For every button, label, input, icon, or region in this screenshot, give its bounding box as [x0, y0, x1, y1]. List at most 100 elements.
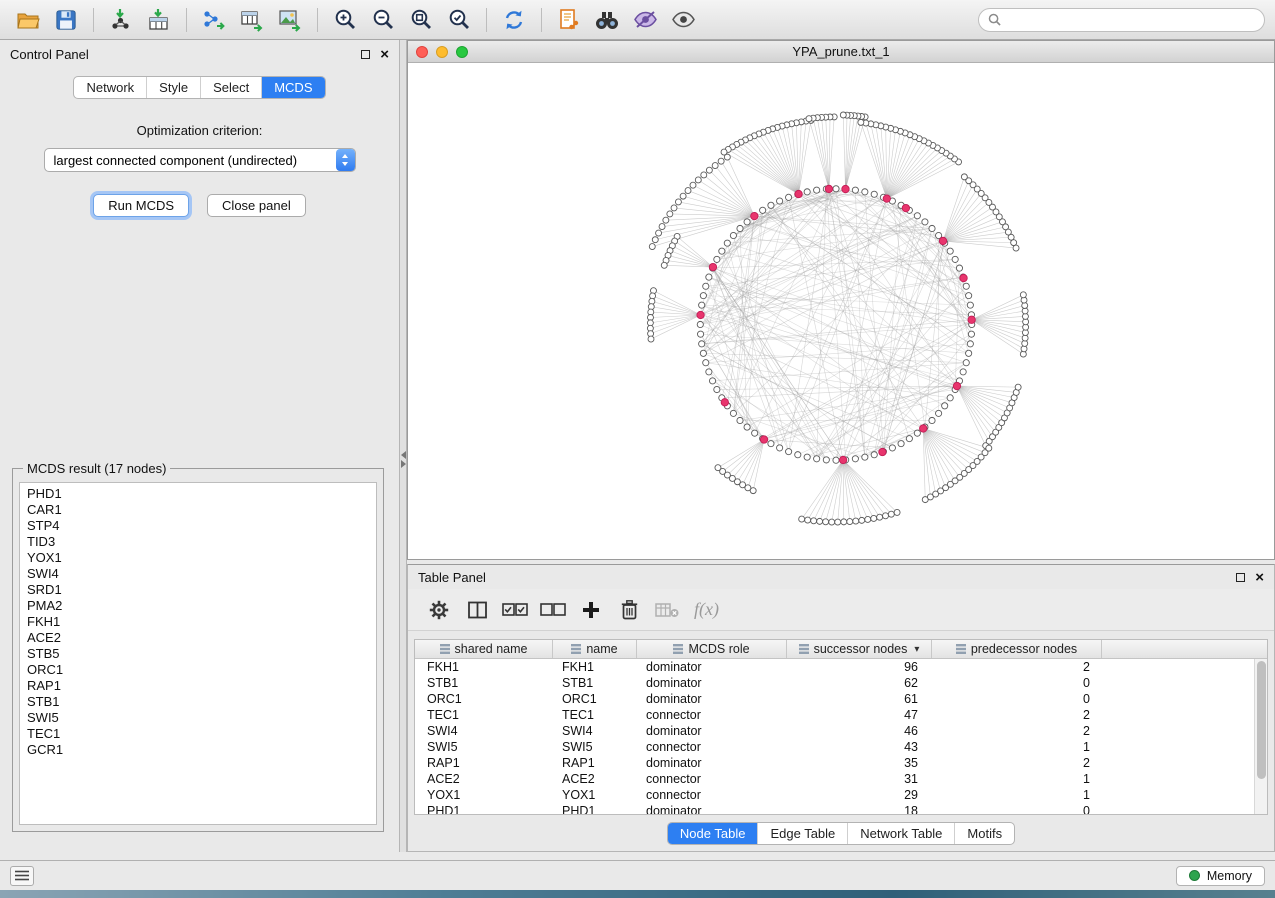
save-session-button[interactable] — [48, 5, 84, 35]
mcds-result-item[interactable]: TEC1 — [27, 726, 369, 742]
table-row[interactable]: STB1STB1dominator620 — [415, 675, 1254, 691]
export-image-button[interactable] — [272, 5, 308, 35]
table-cell: SWI4 — [553, 724, 637, 738]
mcds-result-list[interactable]: PHD1CAR1STP4TID3YOX1SWI4SRD1PMA2FKH1ACE2… — [19, 482, 377, 825]
table-cell: dominator — [637, 660, 787, 674]
show-columns-button[interactable] — [460, 594, 494, 626]
import-network-icon — [109, 8, 133, 32]
find-button[interactable] — [589, 5, 625, 35]
mcds-result-item[interactable]: CAR1 — [27, 502, 369, 518]
open-file-button[interactable] — [10, 5, 46, 35]
import-table-button[interactable] — [141, 5, 177, 35]
network-window-titlebar[interactable]: YPA_prune.txt_1 — [408, 41, 1274, 63]
tab-select[interactable]: Select — [200, 77, 261, 98]
table-row[interactable]: ORC1ORC1dominator610 — [415, 691, 1254, 707]
network-snapshot-button[interactable] — [551, 5, 587, 35]
table-cell: YOX1 — [415, 788, 553, 802]
search-input[interactable] — [978, 8, 1265, 32]
table-cell: FKH1 — [415, 660, 553, 674]
run-mcds-button[interactable]: Run MCDS — [93, 194, 189, 217]
hide-graphics-button[interactable] — [627, 5, 663, 35]
scrollbar-thumb[interactable] — [1257, 661, 1266, 779]
column-header-successor-nodes[interactable]: successor nodes▾ — [787, 640, 932, 658]
mcds-result-item[interactable]: GCR1 — [27, 742, 369, 758]
table-row[interactable]: YOX1YOX1connector291 — [415, 787, 1254, 803]
status-bar: Memory — [0, 860, 1275, 890]
close-panel-icon[interactable]: × — [380, 47, 389, 62]
mcds-result-group: MCDS result (17 nodes) PHD1CAR1STP4TID3Y… — [12, 461, 384, 832]
mcds-result-item[interactable]: YOX1 — [27, 550, 369, 566]
column-header-MCDS-role[interactable]: MCDS role — [637, 640, 787, 658]
mcds-result-item[interactable]: STP4 — [27, 518, 369, 534]
mcds-result-item[interactable]: PHD1 — [27, 486, 369, 502]
mcds-result-item[interactable]: PMA2 — [27, 598, 369, 614]
splitter-arrows-icon[interactable] — [400, 450, 407, 469]
mcds-result-item[interactable]: ACE2 — [27, 630, 369, 646]
table-row[interactable]: RAP1RAP1dominator352 — [415, 755, 1254, 771]
mcds-result-item[interactable]: TID3 — [27, 534, 369, 550]
status-menu-button[interactable] — [10, 866, 34, 886]
show-graphics-button[interactable] — [665, 5, 701, 35]
column-header-predecessor-nodes[interactable]: predecessor nodes — [932, 640, 1102, 658]
export-network-button[interactable] — [196, 5, 232, 35]
float-table-panel-icon[interactable] — [1236, 573, 1245, 582]
columns-icon — [468, 601, 487, 619]
unselect-all-columns-button[interactable] — [536, 594, 570, 626]
table-row[interactable]: TEC1TEC1connector472 — [415, 707, 1254, 723]
zoom-selected-button[interactable] — [441, 5, 477, 35]
table-row[interactable]: PHD1PHD1dominator180 — [415, 803, 1254, 814]
select-all-columns-button[interactable] — [498, 594, 532, 626]
table-settings-button[interactable] — [422, 594, 456, 626]
tab-style[interactable]: Style — [146, 77, 200, 98]
refresh-button[interactable] — [496, 5, 532, 35]
zoom-fit-button[interactable] — [403, 5, 439, 35]
table-row[interactable]: SWI4SWI4dominator462 — [415, 723, 1254, 739]
tab-mcds[interactable]: MCDS — [261, 77, 324, 98]
mcds-result-item[interactable]: STB5 — [27, 646, 369, 662]
zoom-in-button[interactable] — [327, 5, 363, 35]
control-panel: Control Panel × NetworkStyleSelectMCDS O… — [0, 40, 400, 852]
table-scrollbar[interactable] — [1254, 659, 1267, 814]
column-header-name[interactable]: name — [553, 640, 637, 658]
float-panel-icon[interactable] — [361, 50, 370, 59]
network-graph[interactable] — [408, 63, 1274, 559]
table-cell: 2 — [932, 724, 1102, 738]
mcds-result-item[interactable]: FKH1 — [27, 614, 369, 630]
zoom-selected-icon — [448, 8, 471, 31]
table-cell: ORC1 — [415, 692, 553, 706]
panel-splitter[interactable] — [400, 40, 407, 852]
search-field[interactable] — [1007, 13, 1255, 27]
tab-network[interactable]: Network — [74, 77, 146, 98]
function-builder-button[interactable]: f(x) — [688, 599, 719, 620]
mcds-result-item[interactable]: RAP1 — [27, 678, 369, 694]
table-panel-header: Table Panel × — [408, 565, 1274, 589]
table-tab-node-table[interactable]: Node Table — [668, 823, 758, 844]
network-canvas[interactable] — [408, 63, 1274, 559]
close-table-panel-icon[interactable]: × — [1255, 570, 1264, 585]
delete-column-button[interactable] — [612, 594, 646, 626]
mcds-result-item[interactable]: SWI4 — [27, 566, 369, 582]
zoom-out-button[interactable] — [365, 5, 401, 35]
mcds-result-item[interactable]: ORC1 — [27, 662, 369, 678]
optimization-criterion-dropdown[interactable]: largest connected component (undirected) — [44, 148, 356, 172]
control-panel-title: Control Panel — [10, 47, 89, 62]
table-tab-motifs[interactable]: Motifs — [954, 823, 1014, 844]
export-table-button[interactable] — [234, 5, 270, 35]
dropdown-value: largest connected component (undirected) — [45, 153, 336, 168]
delete-table-button[interactable] — [650, 594, 684, 626]
table-row[interactable]: SWI5SWI5connector431 — [415, 739, 1254, 755]
add-column-button[interactable] — [574, 594, 608, 626]
column-header-shared-name[interactable]: shared name — [415, 640, 553, 658]
memory-button[interactable]: Memory — [1176, 866, 1265, 886]
table-cell: PHD1 — [553, 804, 637, 814]
mcds-result-item[interactable]: SRD1 — [27, 582, 369, 598]
table-tab-network-table[interactable]: Network Table — [847, 823, 954, 844]
table-row[interactable]: FKH1FKH1dominator962 — [415, 659, 1254, 675]
mcds-result-item[interactable]: STB1 — [27, 694, 369, 710]
close-panel-button[interactable]: Close panel — [207, 194, 306, 217]
table-tab-edge-table[interactable]: Edge Table — [757, 823, 847, 844]
table-row[interactable]: ACE2ACE2connector311 — [415, 771, 1254, 787]
table-cell: 0 — [932, 804, 1102, 814]
mcds-result-item[interactable]: SWI5 — [27, 710, 369, 726]
import-network-button[interactable] — [103, 5, 139, 35]
